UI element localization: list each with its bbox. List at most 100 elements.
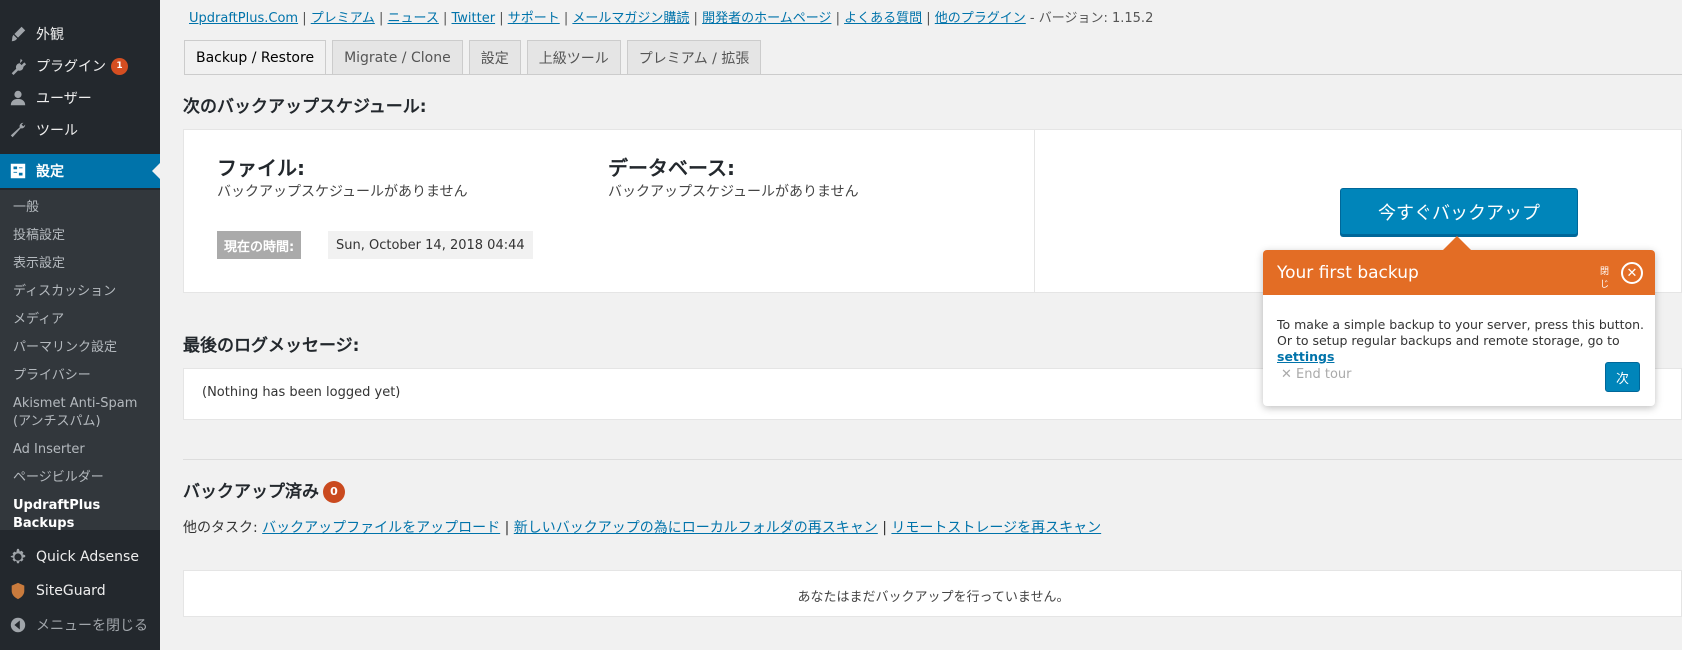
separator: | [504, 520, 510, 536]
plugin-links-bar: UpdraftPlus.Com | プレミアム | ニュース | Twitter… [189, 7, 1153, 26]
tab-settings[interactable]: 設定 [468, 40, 521, 75]
gear-icon [0, 548, 36, 566]
tour-popup: Your first backup 閉じ ✕ To make a simple … [1263, 236, 1655, 406]
tab-divider [184, 74, 1682, 75]
section-divider [183, 459, 1682, 460]
menu-label: ユーザー [36, 91, 92, 107]
version-text: - バージョン: 1.15.2 [1025, 11, 1154, 26]
shield-icon [0, 582, 36, 600]
existing-backups-title: バックアップ済み [183, 482, 319, 502]
plugin-link[interactable]: 開発者のホームページ [702, 11, 831, 26]
separator: | [298, 11, 311, 26]
separator: | [882, 520, 887, 536]
submenu-page-builder[interactable]: ページビルダー [13, 469, 158, 487]
no-backups-text: あなたはまだバックアップを行っていません。 [797, 590, 1070, 605]
current-time-label: 現在の時間: [217, 231, 302, 259]
other-tasks-label: 他のタスク: [183, 520, 258, 536]
separator: | [438, 11, 452, 26]
tour-close-label[interactable]: 閉じ [1600, 266, 1612, 292]
separator: | [374, 11, 388, 26]
plugin-link[interactable]: Twitter [452, 11, 496, 26]
update-count-badge: 1 [111, 57, 128, 75]
plugin-link[interactable]: ニュース [387, 11, 438, 26]
menu-label: Quick Adsense [36, 549, 139, 565]
menu-item-appearance[interactable]: 外観 [0, 17, 160, 51]
submenu-general[interactable]: 一般 [13, 199, 158, 217]
separator: | [495, 11, 508, 26]
collapse-icon [0, 616, 36, 634]
plugin-link[interactable]: サポート [508, 11, 560, 26]
separator: | [831, 11, 845, 26]
tour-body: To make a simple backup to your server, … [1277, 317, 1645, 365]
menu-label: 外観 [36, 27, 64, 43]
tour-settings-link[interactable]: settings [1277, 349, 1334, 364]
menu-label: メニューを閉じる [36, 618, 148, 634]
submenu-updraftplus[interactable]: UpdraftPlus Backups [13, 497, 158, 533]
upload-backup-link[interactable]: バックアップファイルをアップロード [262, 520, 500, 536]
settings-submenu: 一般 投稿設定 表示設定 ディスカッション メディア パーマリンク設定 プライバ… [0, 190, 160, 533]
plugin-link[interactable]: メールマガジン購読 [572, 11, 689, 26]
user-icon [0, 89, 36, 107]
menu-item-quick-adsense[interactable]: Quick Adsense [0, 540, 160, 574]
rescan-remote-link[interactable]: リモートストレージを再スキャン [891, 520, 1101, 536]
plugin-link[interactable]: よくある質問 [844, 11, 922, 26]
database-title: データベース: [608, 156, 735, 180]
menu-label: SiteGuard [36, 583, 106, 599]
backup-now-button[interactable]: 今すぐバックアップ [1340, 188, 1578, 235]
menu-item-tools[interactable]: ツール [0, 113, 160, 147]
separator: | [922, 11, 935, 26]
active-menu-arrow [152, 163, 160, 179]
menu-label: 設定 [36, 164, 64, 180]
files-title: ファイル: [217, 156, 305, 180]
schedule-divider [1034, 130, 1035, 292]
menu-item-settings[interactable]: 設定 [0, 154, 160, 188]
paintbrush-icon [0, 25, 36, 43]
plugin-icon [0, 57, 36, 75]
submenu-writing[interactable]: 投稿設定 [13, 227, 158, 245]
plugin-link[interactable]: UpdraftPlus.Com [189, 11, 298, 26]
tour-pointer-arrow [1443, 236, 1471, 250]
separator: | [559, 11, 573, 26]
menu-item-users[interactable]: ユーザー [0, 81, 160, 115]
tour-header: Your first backup 閉じ ✕ [1263, 250, 1655, 295]
log-message: (Nothing has been logged yet) [202, 385, 401, 400]
separator: | [689, 11, 703, 26]
end-tour-label: End tour [1296, 367, 1352, 382]
menu-item-plugins[interactable]: プラグイン 1 [0, 49, 160, 83]
submenu-ad-inserter[interactable]: Ad Inserter [13, 441, 158, 459]
submenu-media[interactable]: メディア [13, 311, 158, 329]
submenu-privacy[interactable]: プライバシー [13, 367, 158, 385]
backup-count-badge: 0 [323, 481, 345, 503]
submenu-akismet[interactable]: Akismet Anti-Spam (アンチスパム) [13, 395, 158, 431]
tab-backup-restore[interactable]: Backup / Restore [184, 40, 327, 75]
tour-body-text: To make a simple backup to your server, … [1277, 317, 1645, 348]
menu-label: ツール [36, 123, 78, 139]
submenu-reading[interactable]: 表示設定 [13, 255, 158, 273]
settings-icon [0, 162, 36, 180]
database-schedule-text: バックアップスケジュールがありません [608, 184, 859, 200]
rescan-local-link[interactable]: 新しいバックアップの為にローカルフォルダの再スキャン [514, 520, 878, 536]
tab-premium-extensions[interactable]: プレミアム / 拡張 [626, 40, 762, 75]
plugin-link[interactable]: プレミアム [311, 11, 375, 26]
tab-migrate-clone[interactable]: Migrate / Clone [332, 40, 463, 75]
admin-sidebar: 外観 プラグイン 1 ユーザー ツール 設定 一般 投稿設定 表示設定 ディスカ… [0, 0, 160, 650]
existing-backups-heading: バックアップ済み 0 [183, 477, 345, 503]
schedule-heading: 次のバックアップスケジュール: [183, 97, 427, 117]
submenu-discussion[interactable]: ディスカッション [13, 283, 158, 301]
submenu-permalinks[interactable]: パーマリンク設定 [13, 339, 158, 357]
menu-label: プラグイン [36, 59, 106, 75]
menu-item-siteguard[interactable]: SiteGuard [0, 574, 160, 608]
tab-bar: Backup / Restore Migrate / Clone 設定 上級ツー… [184, 40, 767, 75]
tab-advanced-tools[interactable]: 上級ツール [526, 40, 621, 75]
current-time-value: Sun, October 14, 2018 04:44 [328, 231, 533, 259]
tour-title: Your first backup [1277, 263, 1419, 283]
plugin-link[interactable]: 他のプラグイン [935, 11, 1026, 26]
log-heading: 最後のログメッセージ: [183, 336, 360, 356]
tour-next-button[interactable]: 次 [1605, 362, 1640, 392]
wrench-icon [0, 121, 36, 139]
end-tour-button[interactable]: ✕ End tour [1281, 367, 1352, 382]
close-icon[interactable]: ✕ [1621, 262, 1643, 284]
other-tasks: 他のタスク: バックアップファイルをアップロード | 新しいバックアップの為にロ… [183, 517, 1101, 537]
collapse-menu-button[interactable]: メニューを閉じる [0, 608, 160, 642]
x-icon: ✕ [1281, 367, 1292, 382]
